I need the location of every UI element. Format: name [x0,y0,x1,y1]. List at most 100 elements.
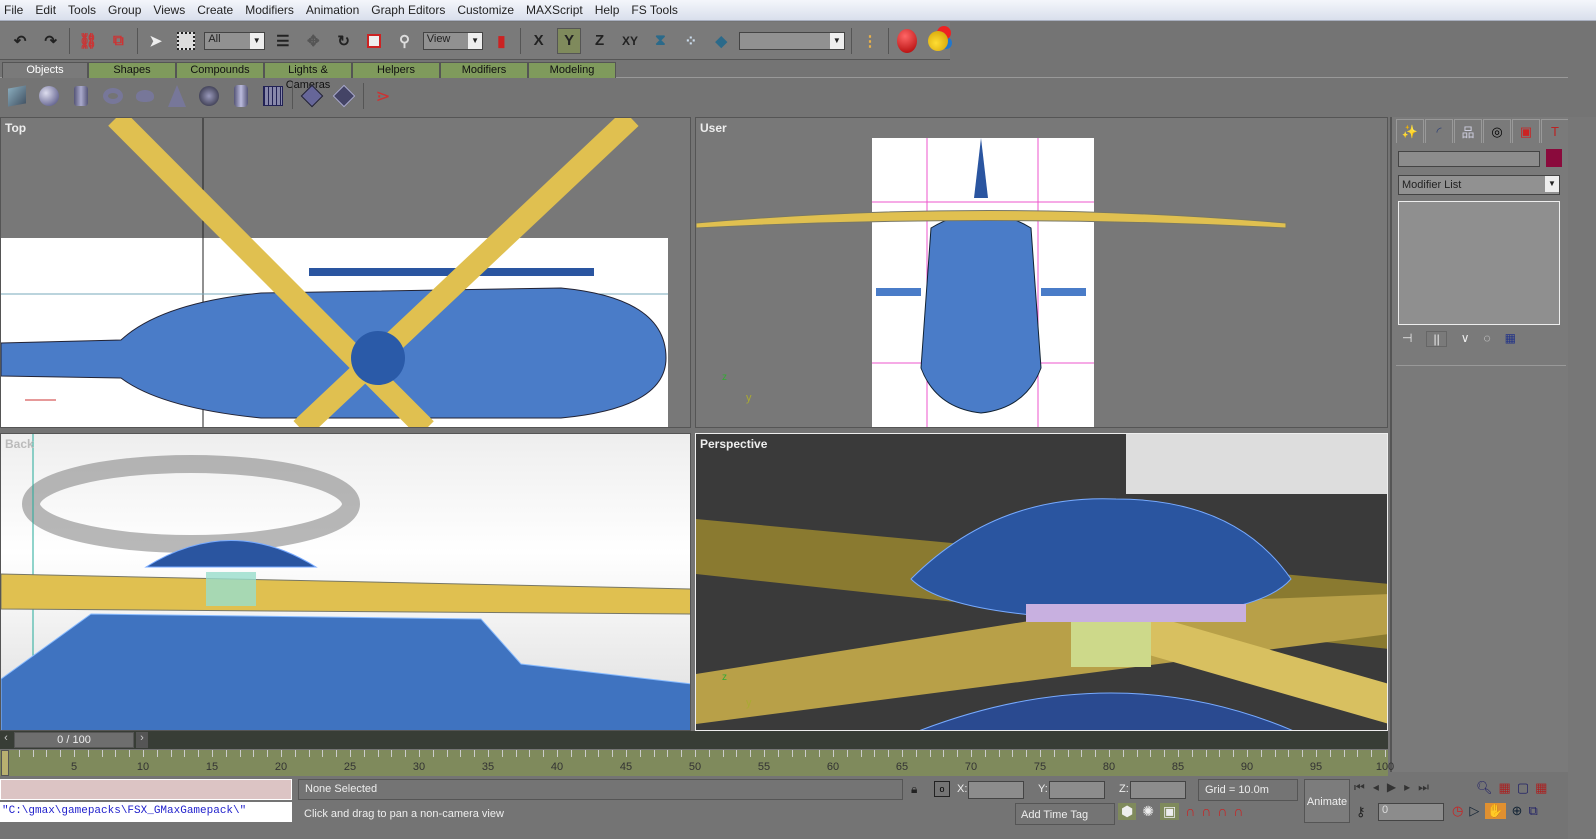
render-icon[interactable] [895,28,919,54]
named-selection-dropdown[interactable] [739,31,845,50]
maxscript-listener-input[interactable] [0,779,292,800]
scale-icon[interactable] [362,28,386,54]
spinner-snap-icon[interactable]: ∩ [1233,803,1243,820]
current-frame-marker[interactable] [1,750,9,776]
zoom-extents-icon[interactable]: ▢ [1517,780,1529,796]
sphere-icon[interactable] [36,83,62,109]
min-max-toggle-icon[interactable]: ⧉ [1528,803,1537,819]
tab-compounds[interactable]: Compounds [176,62,264,78]
menu-tools[interactable]: Tools [68,3,96,17]
zoom-extents-all-icon[interactable]: ▦ [1535,780,1547,796]
array-icon[interactable]: ⁘ [679,28,703,54]
zoom-all-icon[interactable]: ▦ [1499,780,1511,796]
display-tab-icon[interactable]: ▣ [1512,119,1540,143]
create-tab-icon[interactable]: ✨ [1396,119,1424,143]
torus-icon[interactable] [100,83,126,109]
pivot-center-icon[interactable]: ▮ [489,28,513,54]
menu-maxscript[interactable]: MAXScript [526,3,583,17]
viewport-top[interactable]: Top [0,117,691,428]
x-coordinate-field[interactable] [968,781,1024,799]
snap-3d-icon[interactable]: ∩ [1185,803,1195,820]
angle-snap-icon[interactable]: ∩ [1201,803,1211,820]
geosphere-icon[interactable] [196,83,222,109]
hierarchy-tab-icon[interactable]: 品 [1454,119,1482,143]
menu-create[interactable]: Create [197,3,233,17]
mirror-icon[interactable]: ⧗ [648,28,672,54]
y-coordinate-field[interactable] [1049,781,1105,799]
axis-xy-button[interactable]: XY [618,28,642,54]
bone-icon[interactable]: ⋗ [370,83,396,109]
undo-icon[interactable]: ↶ [8,28,32,54]
selection-filter-dropdown[interactable]: All [204,31,265,50]
modifier-stack[interactable] [1398,201,1560,325]
menu-help[interactable]: Help [595,3,620,17]
viewport-label[interactable]: Perspective [700,437,767,451]
z-coordinate-field[interactable] [1130,781,1186,799]
axis-y-button[interactable]: Y [556,27,582,54]
object-snap-icon[interactable]: ⬢ [1118,803,1137,820]
box-icon[interactable] [4,83,30,109]
axis-z-button[interactable]: Z [587,28,611,54]
menu-views[interactable]: Views [153,3,185,17]
unlink-icon[interactable]: ⧉ [106,28,130,54]
patch-quad-icon[interactable] [299,83,325,109]
menu-group[interactable]: Group [108,3,141,17]
viewport-user[interactable]: zy User [695,117,1388,428]
configure-modifier-sets-icon[interactable]: ▦ [1505,331,1516,347]
pivot-icon[interactable]: ⚲ [392,28,416,54]
degradation-override-icon[interactable]: ▣ [1159,803,1180,820]
zoom-icon[interactable]: 🔍︎ [1476,780,1493,796]
previous-frame-icon[interactable]: ◂ [1373,780,1379,795]
motion-tab-icon[interactable]: ◎ [1483,119,1511,143]
key-mode-icon[interactable]: ⚷ [1356,804,1366,820]
play-icon[interactable]: ▶ [1387,780,1396,795]
tab-shapes[interactable]: Shapes [88,62,176,78]
current-frame-field[interactable]: 0 [1378,803,1444,821]
time-slider-bar[interactable]: ‹ 0 / 100 › [0,731,1388,749]
tab-helpers[interactable]: Helpers [352,62,440,78]
next-frame-icon[interactable]: ▸ [1404,780,1410,795]
material-editor-icon[interactable] [926,28,950,54]
menu-customize[interactable]: Customize [457,3,514,17]
pin-stack-icon[interactable]: ⊣ [1402,331,1412,347]
align-icon[interactable]: ◆ [709,28,733,54]
plane-icon[interactable] [260,83,286,109]
modifier-list-dropdown[interactable]: Modifier List [1398,175,1560,195]
select-arrow-icon[interactable]: ➤ [144,28,168,54]
viewport-perspective[interactable]: zy Perspective [695,433,1388,731]
reference-coordinate-dropdown[interactable]: View [422,31,484,50]
utilities-tab-icon[interactable]: T [1541,119,1569,143]
pan-hand-icon[interactable]: ✋ [1485,803,1506,819]
viewport-label[interactable]: User [700,121,727,135]
menu-modifiers[interactable]: Modifiers [245,3,294,17]
cylinder-icon[interactable] [68,83,94,109]
next-frame-button[interactable]: › [136,732,148,748]
redo-icon[interactable]: ↷ [38,28,62,54]
show-end-result-icon[interactable]: || [1426,331,1447,347]
tab-lights-cameras[interactable]: Lights & Cameras [264,62,352,91]
arc-rotate-icon[interactable]: ⊕ [1512,803,1523,819]
menu-graph-editors[interactable]: Graph Editors [371,3,445,17]
menu-edit[interactable]: Edit [35,3,56,17]
cone-icon[interactable] [164,83,190,109]
remove-modifier-icon[interactable]: ◌ [1483,331,1490,347]
viewport-label[interactable]: Back [5,437,34,451]
select-by-name-icon[interactable]: ☰ [271,28,295,54]
patch-tri-icon[interactable] [331,83,357,109]
move-icon[interactable]: ✥ [301,28,325,54]
object-name-field[interactable] [1398,151,1540,167]
add-time-tag-button[interactable]: Add Time Tag [1015,803,1115,825]
time-configuration-icon[interactable]: ◷ [1452,803,1463,819]
absolute-mode-icon[interactable]: o [934,781,950,797]
animate-button[interactable]: Animate [1304,779,1350,823]
tab-modifiers[interactable]: Modifiers [440,62,528,78]
axis-x-button[interactable]: X [526,28,550,54]
tube-icon[interactable] [228,83,254,109]
lock-selection-icon[interactable]: 🔒︎ [911,782,917,797]
crossing-select-icon[interactable]: ✺ [1142,803,1154,820]
object-color-swatch[interactable] [1546,149,1562,167]
menu-animation[interactable]: Animation [306,3,359,17]
modify-tab-icon[interactable]: ◜ [1425,119,1453,143]
menu-fs-tools[interactable]: FS Tools [631,3,677,17]
prev-frame-button[interactable]: ‹ [0,732,12,748]
